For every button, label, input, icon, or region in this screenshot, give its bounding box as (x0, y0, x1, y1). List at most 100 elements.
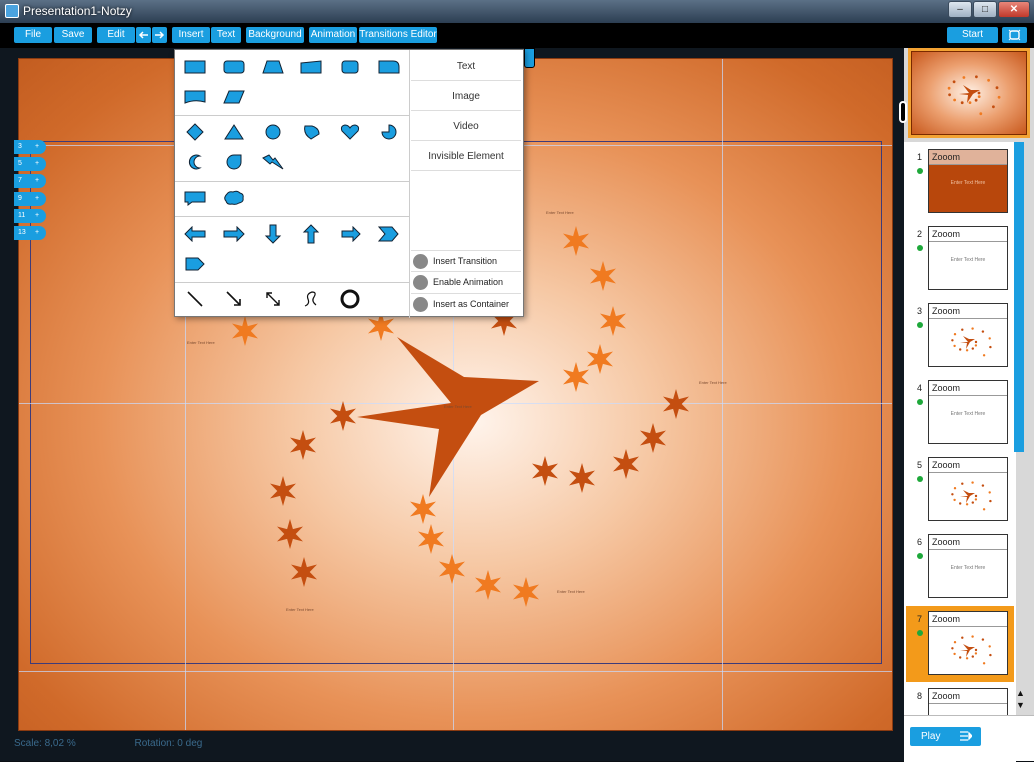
moon-shape-icon[interactable] (183, 152, 207, 172)
teardrop-shape-icon[interactable] (222, 152, 246, 172)
spiral-star[interactable] (613, 449, 639, 479)
spiral-star[interactable] (232, 316, 258, 346)
spiral-star[interactable] (330, 401, 356, 431)
snip-rectangle-shape-icon[interactable] (377, 57, 401, 77)
text-placeholder[interactable]: Enter Text Here (187, 340, 215, 345)
layer-chip[interactable]: 5 + (14, 157, 46, 171)
background-button[interactable]: Background (246, 27, 304, 43)
trapezoid-shape-icon[interactable] (261, 57, 285, 77)
spiral-star[interactable] (563, 226, 589, 256)
fullscreen-icon[interactable] (1002, 27, 1027, 43)
redo-arrow-icon[interactable] (152, 27, 167, 43)
slide-thumbnail[interactable]: 3 Zooom (906, 298, 1014, 374)
insert-menu-item[interactable]: Video (411, 112, 521, 141)
slide-thumbnail[interactable]: 6 Zooom Enter Text Here (906, 529, 1014, 605)
rounded-rectangle-shape-icon[interactable] (222, 57, 246, 77)
pentagon-shape-icon[interactable] (183, 254, 207, 274)
cloud-bubble-shape-icon[interactable] (222, 188, 246, 208)
insert-button[interactable]: Insert (172, 27, 210, 43)
layer-chip[interactable]: 13 + (14, 226, 46, 240)
spiral-star[interactable] (513, 577, 539, 607)
freehand-line-shape-icon[interactable] (299, 289, 323, 309)
spiral-star[interactable] (410, 494, 436, 524)
toggle-knob-icon[interactable] (413, 275, 428, 290)
transitions-editor-button[interactable]: Transitions Editor (359, 27, 437, 43)
spiral-star[interactable] (418, 524, 444, 554)
panel-resize-handle[interactable] (899, 101, 907, 123)
text-placeholder[interactable]: Enter Text Here (286, 607, 314, 612)
arrow-line-shape-icon[interactable] (222, 289, 246, 309)
diamond-shape-icon[interactable] (183, 122, 207, 142)
spiral-star[interactable] (663, 389, 689, 419)
spiral-star[interactable] (600, 306, 626, 336)
striped-right-arrow-shape-icon[interactable] (338, 224, 362, 244)
slide-thumbnail[interactable]: 4 Zooom Enter Text Here (906, 375, 1014, 451)
wave-rectangle-shape-icon[interactable] (183, 87, 207, 107)
spiral-star[interactable] (590, 261, 616, 291)
add-layer-icon[interactable]: + (35, 192, 39, 206)
spiral-star[interactable] (475, 570, 501, 600)
insert-option-toggle[interactable]: Enable Animation (413, 273, 521, 293)
minimize-button[interactable]: – (948, 1, 972, 18)
add-layer-icon[interactable]: + (35, 209, 39, 223)
menu-collapse-tab[interactable] (524, 48, 535, 68)
circle-shape-icon[interactable] (261, 122, 285, 142)
toggle-knob-icon[interactable] (413, 297, 428, 312)
rounded-square-shape-icon[interactable] (338, 57, 362, 77)
slide-thumbnail[interactable]: 2 Zooom Enter Text Here (906, 221, 1014, 297)
text-placeholder[interactable]: Enter Text Here (444, 404, 472, 409)
triangle-shape-icon[interactable] (222, 122, 246, 142)
start-button[interactable]: Start (947, 27, 998, 43)
edit-button[interactable]: Edit (97, 27, 135, 43)
thumbnail-scrollbar[interactable] (1014, 142, 1024, 452)
layer-chip[interactable]: 9 + (14, 192, 46, 206)
spiral-star[interactable] (563, 362, 589, 392)
lightning-shape-icon[interactable] (261, 152, 285, 172)
spiral-star[interactable] (270, 476, 296, 506)
undo-arrow-icon[interactable] (136, 27, 151, 43)
layer-chip[interactable]: 3 + (14, 140, 46, 154)
slide-preview[interactable] (908, 48, 1030, 138)
double-arrow-line-shape-icon[interactable] (261, 289, 285, 309)
save-button[interactable]: Save (54, 27, 92, 43)
slide-thumbnail[interactable]: 7 Zooom (906, 606, 1014, 682)
spiral-star[interactable] (640, 423, 666, 453)
close-button[interactable]: ✕ (998, 1, 1030, 18)
text-placeholder[interactable]: Enter Text Here (699, 380, 727, 385)
text-placeholder[interactable]: Enter Text Here (557, 589, 585, 594)
play-button[interactable]: Play (910, 727, 981, 746)
spiral-star[interactable] (291, 557, 317, 587)
left-arrow-shape-icon[interactable] (183, 224, 207, 244)
layer-chip[interactable]: 11 + (14, 209, 46, 223)
file-button[interactable]: File (14, 27, 52, 43)
maximize-button[interactable]: □ (973, 1, 997, 18)
add-layer-icon[interactable]: + (35, 174, 39, 188)
line-shape-icon[interactable] (183, 289, 207, 309)
spiral-star[interactable] (439, 554, 465, 584)
chevron-shape-icon[interactable] (377, 224, 401, 244)
add-layer-icon[interactable]: + (35, 226, 39, 240)
insert-menu-item[interactable]: Image (411, 82, 521, 111)
animation-button[interactable]: Animation (309, 27, 357, 43)
scroll-down-icon[interactable]: ▼ (1016, 700, 1030, 710)
layer-chip[interactable]: 7 + (14, 174, 46, 188)
slanted-rectangle-shape-icon[interactable] (299, 57, 323, 77)
spiral-star[interactable] (290, 430, 316, 460)
insert-option-toggle[interactable]: Insert as Container (413, 295, 521, 315)
scroll-up-icon[interactable]: ▲ (1016, 688, 1030, 698)
toggle-knob-icon[interactable] (413, 254, 428, 269)
rectangle-shape-icon[interactable] (183, 57, 207, 77)
pacman-shape-icon[interactable] (377, 122, 401, 142)
spiral-star[interactable] (532, 456, 558, 486)
insert-option-toggle[interactable]: Insert Transition (413, 252, 521, 272)
pie-shape-icon[interactable] (299, 122, 323, 142)
ring-shape-icon[interactable] (338, 289, 362, 309)
right-arrow-shape-icon[interactable] (222, 224, 246, 244)
up-arrow-shape-icon[interactable] (299, 224, 323, 244)
add-layer-icon[interactable]: + (35, 157, 39, 171)
slide-thumbnail[interactable]: 5 Zooom (906, 452, 1014, 528)
slide-thumbnail-list[interactable]: 1 Enter Text Here Zooom 2 Zooom Enter Text He… (904, 142, 1016, 762)
text-button[interactable]: Text (211, 27, 241, 43)
speech-bubble-shape-icon[interactable] (183, 188, 207, 208)
slide-thumbnail[interactable]: 1 Enter Text Here Zooom (906, 144, 1014, 220)
